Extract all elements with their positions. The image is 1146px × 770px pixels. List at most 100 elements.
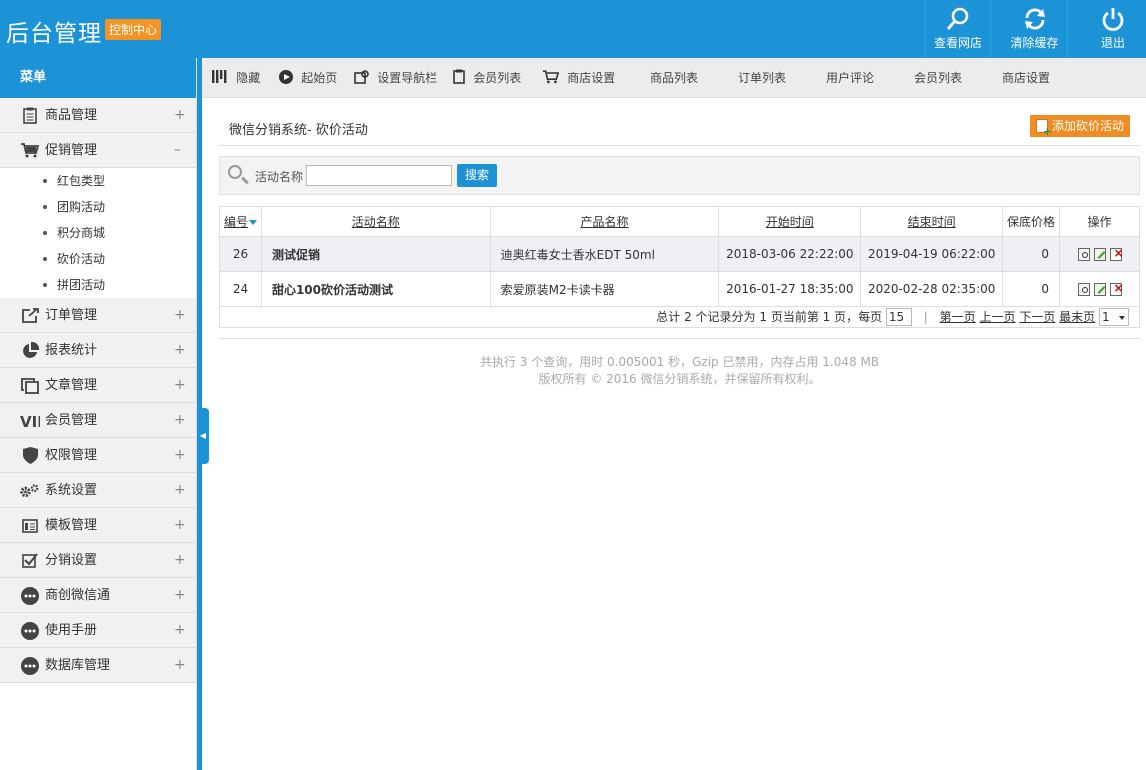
bars-icon — [212, 70, 232, 85]
logout-button[interactable]: 退出 — [1080, 0, 1146, 58]
col-header-start-time[interactable]: 开始时间 — [718, 206, 862, 237]
sidebar-item-promotion[interactable]: 促销管理 – — [0, 133, 196, 168]
col-header-floor-price: 保底价格 — [1002, 206, 1061, 237]
sidebar-item-label: 系统设置 — [45, 483, 98, 498]
nav-goods-list[interactable]: 商品列表 — [650, 58, 698, 98]
table-row: 26 测试促销 迪奥红毒女士香水EDT 50ml 2018-03-06 22:2… — [219, 236, 1140, 272]
search-button[interactable]: 搜索 — [457, 164, 497, 187]
next-page-link[interactable]: 下一页 — [1019, 310, 1055, 324]
sidebar-title: 菜单 — [0, 58, 196, 98]
last-page-link[interactable]: 最末页 — [1059, 310, 1095, 324]
sidebar-item-articles[interactable]: 文章管理 + — [0, 368, 196, 403]
edit-icon[interactable] — [1093, 283, 1106, 296]
sidebar-item-permissions[interactable]: 权限管理 + — [0, 438, 196, 473]
submenu-item[interactable]: 红包类型 — [0, 168, 196, 194]
nav-hide[interactable]: 隐藏 — [212, 58, 260, 98]
sidebar-item-templates[interactable]: 模板管理 + — [0, 508, 196, 543]
sidebar-item-manual[interactable]: 使用手册 + — [0, 613, 196, 648]
col-header-product-name[interactable]: 产品名称 — [489, 206, 720, 237]
nav-label: 隐藏 — [236, 71, 261, 85]
nav-member-list[interactable]: 会员列表 — [453, 58, 521, 98]
expand-toggle[interactable]: + — [174, 648, 186, 683]
clear-cache-button[interactable]: 清除缓存 — [1002, 0, 1068, 58]
expand-toggle[interactable]: + — [174, 613, 186, 648]
search-icon — [926, 0, 990, 34]
expand-toggle[interactable]: + — [174, 438, 186, 473]
view-icon[interactable] — [1077, 248, 1090, 261]
per-page-input[interactable]: 15 — [885, 308, 912, 327]
play-icon — [279, 70, 297, 85]
nav-shop-settings-2[interactable]: 商店设置 — [1002, 58, 1050, 98]
submenu-item[interactable]: 积分商城 — [0, 220, 196, 246]
view-icon[interactable] — [1077, 283, 1090, 296]
cell-start-time: 2016-01-27 18:35:00 — [718, 271, 862, 307]
expand-toggle[interactable]: + — [174, 403, 186, 438]
logout-label: 退出 — [1100, 36, 1125, 50]
nav-member-list-2[interactable]: 会员列表 — [914, 58, 962, 98]
sidebar-item-label: 商创微信通 — [45, 588, 111, 603]
nav-setup-navbar[interactable]: 设置导航栏 — [354, 58, 437, 98]
delete-icon[interactable] — [1109, 246, 1124, 261]
sidebar-item-database[interactable]: 数据库管理 + — [0, 648, 196, 683]
prev-page-link[interactable]: 上一页 — [979, 310, 1015, 324]
sidebar-item-label: 商品管理 — [45, 108, 98, 123]
nav-order-list[interactable]: 订单列表 — [738, 58, 786, 98]
power-icon — [1080, 0, 1146, 34]
expand-toggle[interactable]: + — [174, 298, 186, 333]
sidebar-item-label: 使用手册 — [45, 623, 98, 638]
expand-toggle[interactable]: + — [174, 578, 186, 613]
clear-cache-label: 清除缓存 — [1010, 36, 1059, 50]
col-header-activity-name[interactable]: 活动名称 — [260, 206, 491, 237]
sidebar-item-label: 报表统计 — [45, 343, 98, 358]
cell-floor-price: 0 — [1002, 271, 1061, 307]
expand-toggle[interactable]: + — [174, 473, 186, 508]
expand-toggle[interactable]: + — [174, 543, 186, 578]
cell-end-time: 2020-02-28 02:35:00 — [860, 271, 1004, 307]
sidebar-item-distribution[interactable]: 分销设置 + — [0, 543, 196, 578]
pagination: 总计 2 个记录分为 1 页当前第 1 页，每页 15 | 第一页 上一页 下一… — [219, 306, 1140, 328]
add-bargain-label: 添加砍价活动 — [1051, 119, 1124, 133]
sidebar-item-reports[interactable]: 报表统计 + — [0, 333, 196, 368]
expand-toggle[interactable]: + — [174, 368, 186, 403]
nav-label: 设置导航栏 — [377, 71, 438, 85]
table-header-row: 编号 活动名称 产品名称 开始时间 结束时间 保底价格 操作 — [219, 206, 1140, 237]
collapse-toggle[interactable]: – — [174, 133, 181, 168]
cell-end-time: 2019-04-19 06:22:00 — [860, 236, 1004, 272]
promotion-submenu: 红包类型 团购活动 积分商城 砍价活动 拼团活动 — [0, 168, 196, 298]
page-select[interactable]: 1 — [1099, 308, 1129, 327]
activity-name-input[interactable] — [306, 165, 452, 186]
col-header-end-time[interactable]: 结束时间 — [860, 206, 1004, 237]
checkbox-icon — [20, 543, 40, 578]
edit-icon[interactable] — [1093, 248, 1106, 261]
nav-user-comments[interactable]: 用户评论 — [826, 58, 874, 98]
delete-icon[interactable] — [1109, 281, 1124, 296]
external-link-icon — [20, 298, 40, 333]
expand-toggle[interactable]: + — [174, 508, 186, 543]
sidebar-item-system-settings[interactable]: 系统设置 + — [0, 473, 196, 508]
view-store-button[interactable]: 查看网店 — [925, 0, 991, 58]
add-bargain-button[interactable]: 添加砍价活动 — [1029, 115, 1130, 137]
submenu-item-active[interactable]: 砍价活动 — [0, 246, 196, 272]
sidebar-item-label: 模板管理 — [45, 518, 98, 533]
sidebar-item-wechat[interactable]: 商创微信通 + — [0, 578, 196, 613]
footer-copyright: 版权所有 © 2016 微信分销系统，并保留所有权利。 — [538, 372, 821, 386]
add-document-icon — [1035, 119, 1052, 137]
search-icon — [228, 165, 242, 179]
sidebar-item-orders[interactable]: 订单管理 + — [0, 298, 196, 333]
expand-toggle[interactable]: + — [174, 333, 186, 368]
first-page-link[interactable]: 第一页 — [940, 310, 976, 324]
expand-toggle[interactable]: + — [174, 98, 186, 133]
quick-nav-bar: 隐藏 起始页 设置导航栏 会员列表 商店设置 商品列表 订单列表 用户评论 会员… — [202, 58, 1146, 98]
submenu-item[interactable]: 团购活动 — [0, 194, 196, 220]
sidebar: 菜单 商品管理 + 促销管理 – 红包类型 团购活动 积分商城 砍价活动 拼团活… — [0, 58, 197, 770]
nav-start-page[interactable]: 起始页 — [279, 58, 337, 98]
search-bar: 活动名称 搜索 — [219, 156, 1140, 195]
nav-shop-settings[interactable]: 商店设置 — [543, 58, 615, 98]
col-header-id[interactable]: 编号 — [219, 206, 262, 237]
sidebar-item-goods[interactable]: 商品管理 + — [0, 98, 196, 133]
sidebar-collapse-handle[interactable]: ◀ — [197, 408, 209, 464]
submenu-item[interactable]: 拼团活动 — [0, 272, 196, 298]
sidebar-item-members[interactable]: VIP 会员管理 + — [0, 403, 196, 438]
sidebar-item-label: 促销管理 — [45, 143, 98, 158]
footer-divider — [219, 338, 1140, 339]
